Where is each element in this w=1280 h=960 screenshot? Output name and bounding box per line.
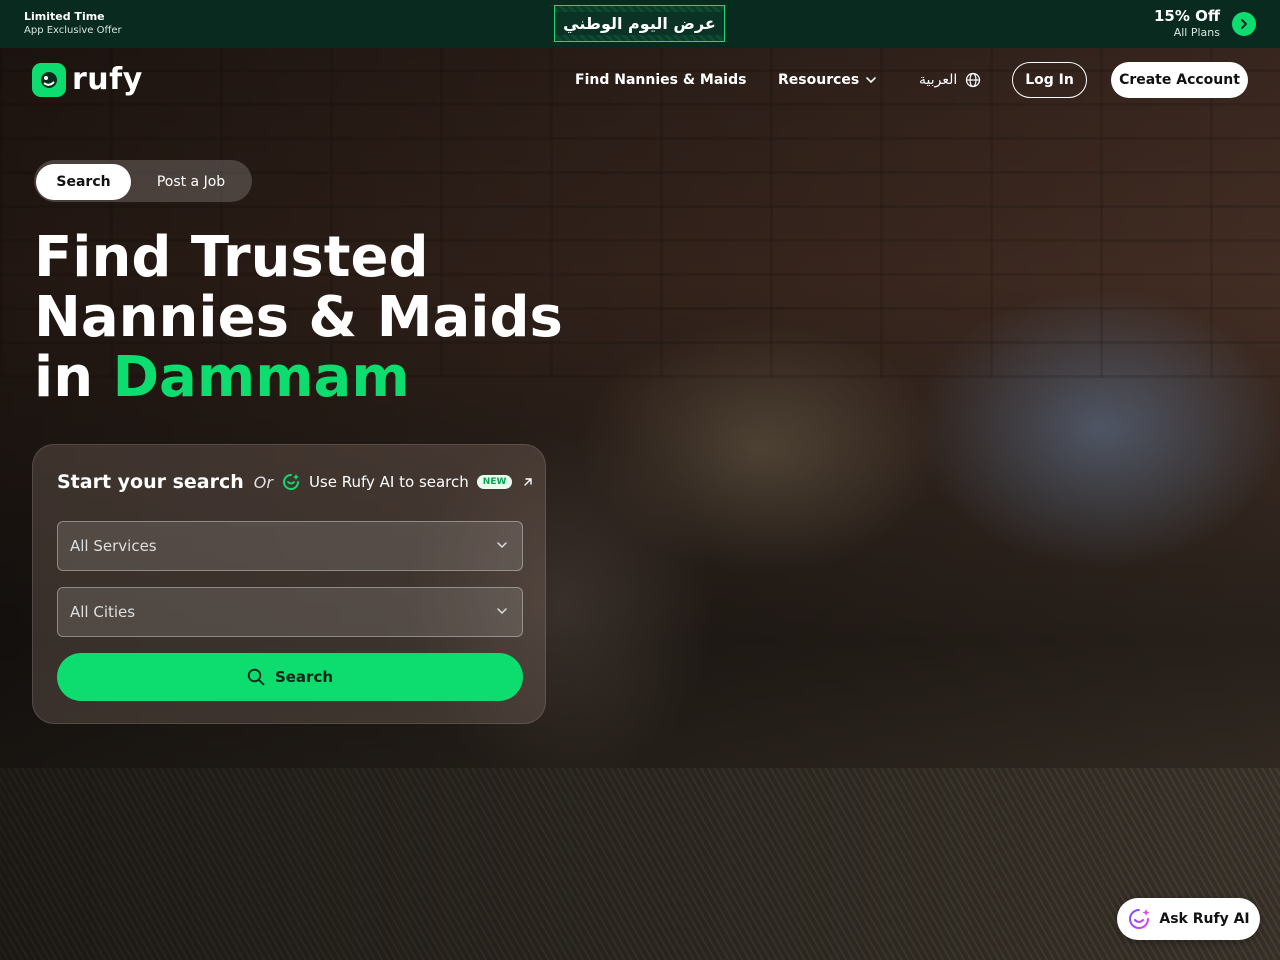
national-day-badge[interactable]: عرض اليوم الوطني <box>554 5 725 42</box>
search-card: Start your search Or Use Rufy AI to sear… <box>32 444 546 724</box>
logo-text: rufy <box>72 62 143 97</box>
ask-ai-icon <box>1129 909 1150 929</box>
top-nav: rufy Find Nannies & Maids Resources العر… <box>0 48 1280 112</box>
tab-post-a-job[interactable]: Post a Job <box>138 164 244 200</box>
title-line2: Nannies & Maids <box>34 285 563 350</box>
title-city: Dammam <box>112 345 410 410</box>
external-arrow-icon[interactable] <box>522 476 534 488</box>
services-select-value: All Services <box>70 537 157 555</box>
chevron-down-icon <box>866 77 877 84</box>
search-card-title: Start your search <box>57 471 244 493</box>
search-mode-tabs: Search Post a Job <box>34 160 252 202</box>
title-line3-prefix: in <box>34 345 113 410</box>
use-rufy-ai-link[interactable]: Use Rufy AI to search <box>309 473 469 491</box>
language-label: العربية <box>919 72 958 88</box>
promo-limited-offer: Limited Time App Exclusive Offer <box>24 10 122 38</box>
chevron-down-icon <box>496 605 508 617</box>
discount-text: 15% Off <box>1153 7 1220 25</box>
new-badge: NEW <box>476 475 513 489</box>
cities-select[interactable]: All Cities <box>57 587 523 637</box>
cities-select-value: All Cities <box>70 603 136 621</box>
globe-icon <box>966 72 981 88</box>
nav-resources-label: Resources <box>778 72 860 88</box>
promo-line2: App Exclusive Offer <box>24 25 122 36</box>
rufy-logo[interactable]: rufy <box>32 62 143 97</box>
nav-resources[interactable]: Resources <box>778 72 877 88</box>
search-button[interactable]: Search <box>57 653 523 701</box>
search-card-header: Start your search Or Use Rufy AI to sear… <box>57 471 534 493</box>
promo-discount: 15% Off All Plans <box>1154 7 1220 40</box>
promo-line1: Limited Time <box>24 10 105 23</box>
search-button-label: Search <box>274 668 334 686</box>
search-icon <box>247 668 265 686</box>
page-title: Find Trusted Nannies & Maids in Dammam <box>34 228 594 408</box>
promo-go-button[interactable] <box>1232 12 1256 36</box>
chevron-right-icon <box>1241 19 1247 29</box>
services-select[interactable]: All Services <box>57 521 523 571</box>
chevron-down-icon <box>496 539 508 551</box>
language-switcher[interactable]: العربية <box>919 72 981 88</box>
discount-subtext: All Plans <box>1173 26 1220 39</box>
title-line1: Find Trusted <box>34 225 429 290</box>
logo-mark-icon <box>32 62 66 97</box>
ai-sparkle-icon <box>281 472 301 492</box>
ask-rufy-ai-button[interactable]: Ask Rufy AI <box>1117 898 1260 940</box>
promo-banner[interactable]: Limited Time App Exclusive Offer عرض الي… <box>0 0 1280 48</box>
or-label: Or <box>253 472 273 492</box>
ask-rufy-ai-label: Ask Rufy AI <box>1159 911 1250 927</box>
nav-find-nannies-maids[interactable]: Find Nannies & Maids <box>575 72 746 88</box>
create-account-button[interactable]: Create Account <box>1111 62 1248 98</box>
login-button[interactable]: Log In <box>1012 62 1087 98</box>
national-day-text: عرض اليوم الوطني <box>555 12 724 35</box>
tab-search[interactable]: Search <box>36 164 131 200</box>
